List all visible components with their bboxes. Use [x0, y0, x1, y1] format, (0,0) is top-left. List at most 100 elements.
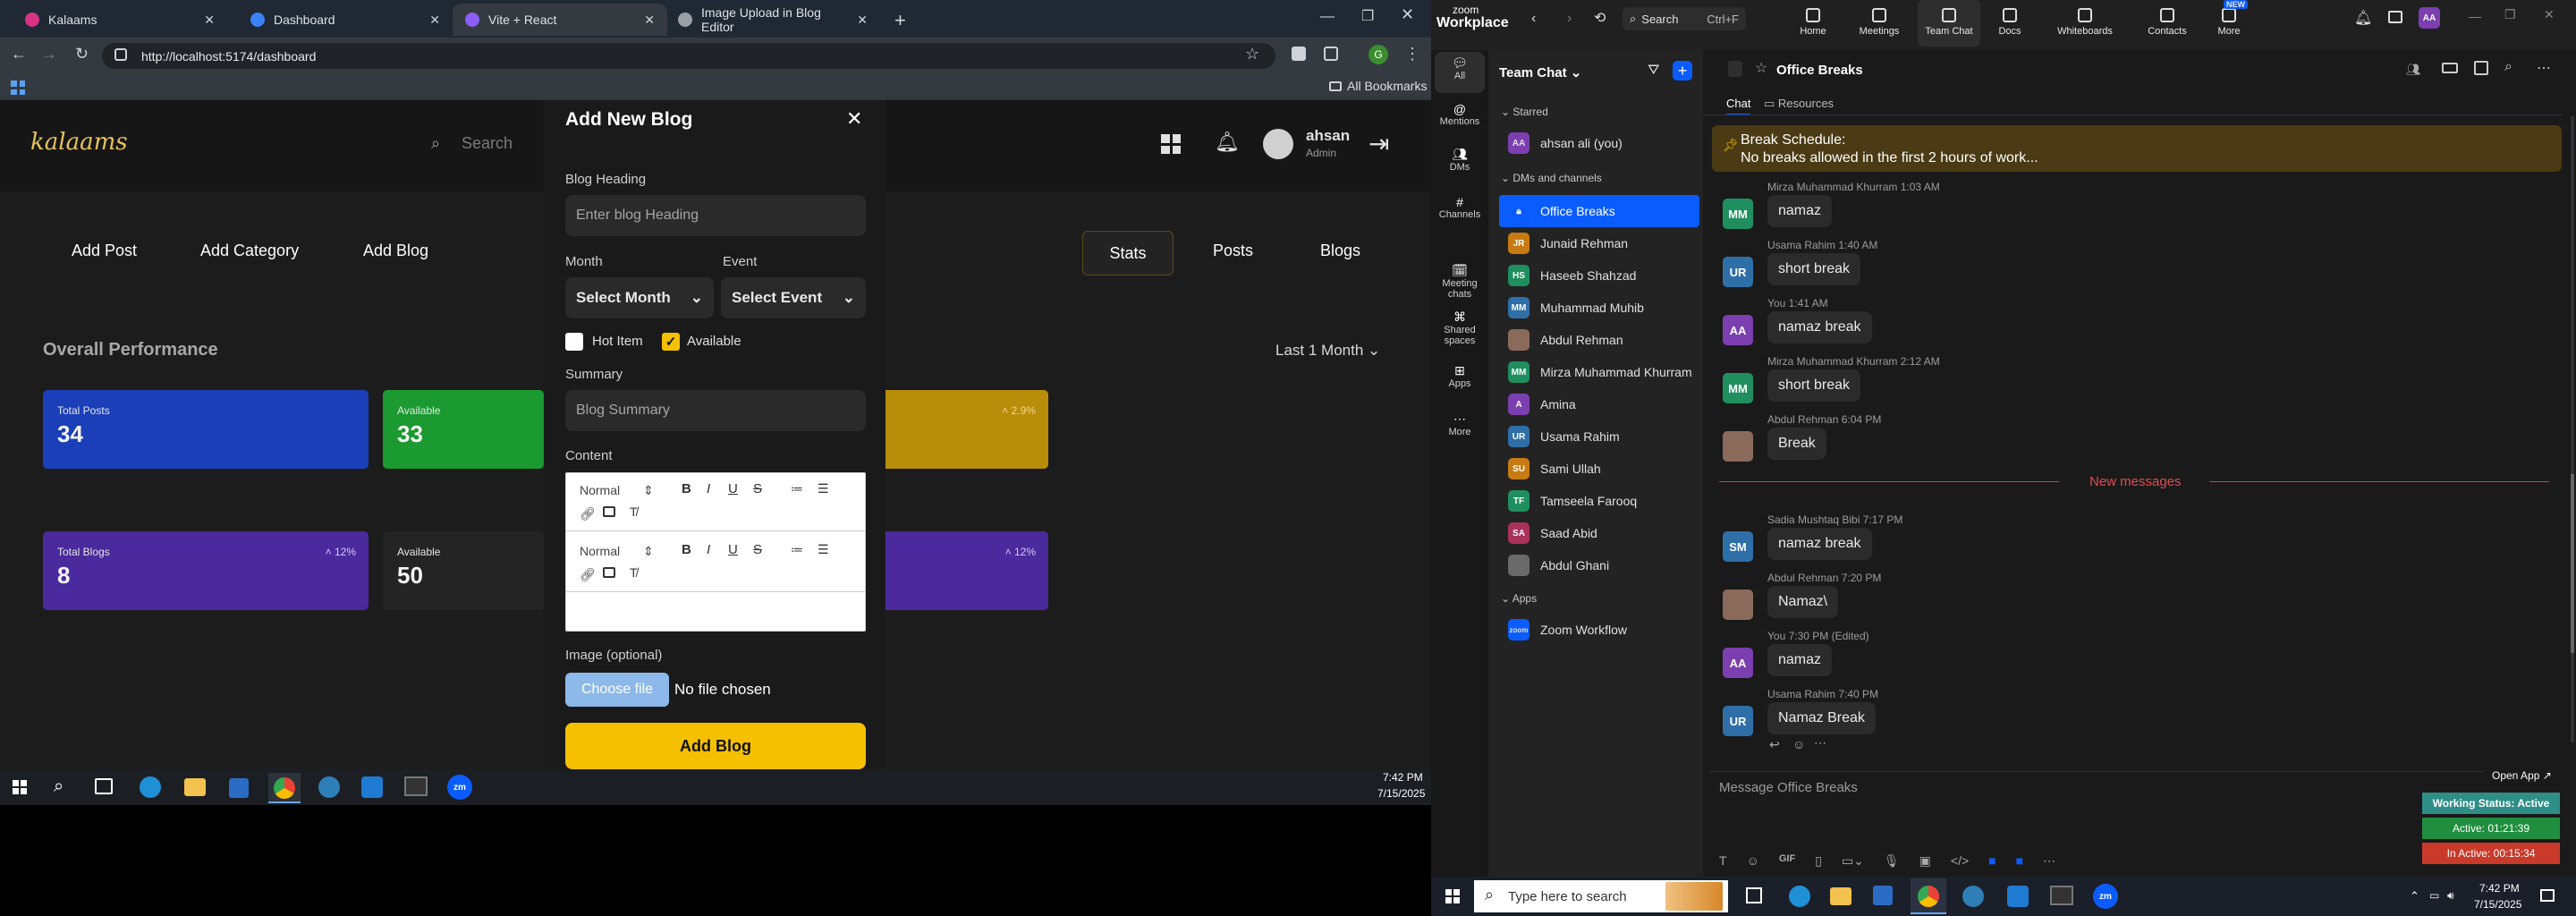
dm-item[interactable]: A Amina — [1499, 388, 1699, 420]
blog-heading-input[interactable]: Enter blog Heading — [565, 195, 866, 236]
stat-card-available-blogs[interactable]: Available 50 — [383, 531, 544, 610]
extension-icon[interactable] — [1292, 47, 1306, 61]
zoom-workflow-item[interactable]: zoom Zoom Workflow — [1499, 614, 1699, 646]
avatar[interactable]: AA — [1723, 315, 1753, 345]
extensions-puzzle-icon[interactable] — [1324, 47, 1338, 61]
search-icon[interactable]: ⌕ — [431, 134, 440, 153]
stat-card-third[interactable]: ˄ 2.9% — [886, 390, 1048, 469]
zoom-back-icon[interactable]: ‹ — [1531, 11, 1536, 27]
bullet-list-icon[interactable]: ☰ — [818, 481, 829, 496]
month-select[interactable]: Select Month ⌄ — [565, 277, 714, 318]
browser-tab[interactable]: Kalaams ✕ — [13, 4, 227, 36]
avatar-photo[interactable] — [1723, 431, 1753, 462]
close-tab-icon[interactable]: ✕ — [857, 13, 868, 28]
avatar[interactable]: SM — [1723, 531, 1753, 562]
available-checkbox[interactable]: ✓ — [662, 333, 680, 351]
logout-icon[interactable]: ⇥ — [1368, 129, 1389, 158]
chat-scrollbar-thumb[interactable] — [2571, 474, 2574, 653]
ordered-list-icon[interactable]: ≔ — [791, 542, 803, 557]
members-icon[interactable]: 👥︎ — [2406, 63, 2421, 77]
network-icon[interactable]: ▭ — [2429, 889, 2439, 902]
dm-item[interactable]: 🔒︎ Office Breaks — [1499, 195, 1699, 227]
dm-item[interactable]: MM Muhammad Muhib — [1499, 292, 1699, 324]
minimize-window-icon[interactable]: — — [1320, 9, 1335, 25]
app-icon[interactable] — [1962, 886, 1984, 907]
zoom-task-icon[interactable]: zm — [447, 775, 472, 800]
nav-add-category[interactable]: Add Category — [200, 242, 299, 260]
grid-menu-icon[interactable] — [1161, 134, 1181, 154]
zoom-nav-home[interactable]: Home — [1782, 0, 1844, 47]
browser-tab[interactable]: Image Upload in Blog Editor ✕ — [665, 4, 880, 36]
vscode-icon[interactable] — [361, 776, 383, 798]
video-call-icon[interactable] — [2442, 63, 2458, 73]
header-select[interactable]: Normal ⇕ — [580, 483, 654, 498]
zoom-maximize-icon[interactable]: ❐ — [2504, 7, 2516, 22]
filter-icon[interactable]: ⛛ — [1648, 63, 1659, 79]
image-icon[interactable] — [603, 506, 615, 517]
gif-icon[interactable]: GIF — [1779, 853, 1795, 869]
zoom-task-icon[interactable]: zm — [2093, 884, 2118, 909]
rail-mentions[interactable]: @ Mentions — [1431, 102, 1488, 127]
zoom-minimize-icon[interactable]: — — [2469, 9, 2481, 23]
dm-item[interactable]: UR Usama Rahim — [1499, 420, 1699, 453]
terminal-icon[interactable] — [2050, 886, 2073, 905]
windows-start-icon[interactable] — [13, 780, 27, 794]
dms-section[interactable]: ⌄ DMs and channels — [1501, 172, 1602, 184]
avatar[interactable]: MM — [1723, 373, 1753, 403]
avatar-photo[interactable] — [1723, 589, 1753, 620]
message-bubble[interactable]: namaz break — [1767, 311, 1872, 344]
user-avatar-icon[interactable] — [1263, 129, 1293, 159]
zoom-user-avatar[interactable]: AA — [2419, 7, 2440, 29]
editor-body[interactable] — [567, 594, 864, 630]
tab-chat[interactable]: Chat — [1726, 97, 1751, 115]
speaker-icon[interactable]: 🔊︎ — [2447, 889, 2454, 903]
more-options-icon[interactable]: ⋯ — [2537, 59, 2551, 77]
team-chat-title[interactable]: Team Chat ⌄ — [1499, 64, 1581, 81]
period-select[interactable]: Last 1 Month ⌄ — [1275, 342, 1380, 360]
apps-grid-icon[interactable] — [11, 81, 25, 95]
message-bubble[interactable]: Namaz\ — [1767, 586, 1839, 618]
close-tab-icon[interactable]: ✕ — [644, 13, 655, 28]
dm-item[interactable]: SA Saad Abid — [1499, 517, 1699, 549]
reload-icon[interactable]: ↻ — [75, 45, 89, 64]
app-b-icon[interactable]: ■ — [2016, 853, 2023, 869]
dm-item[interactable]: Abdul Rehman — [1499, 324, 1699, 356]
nav-add-blog[interactable]: Add Blog — [363, 242, 428, 260]
notifications-bell-icon[interactable]: 🔔︎ — [1215, 131, 1240, 154]
terminal-icon[interactable] — [404, 776, 428, 796]
italic-icon[interactable]: I — [707, 542, 710, 557]
rail-apps[interactable]: ⊞ Apps — [1431, 363, 1488, 389]
stat-card-total-blogs[interactable]: Total Blogs 8 ˄ 12% — [43, 531, 369, 610]
bookmark-star-icon[interactable]: ☆ — [1245, 45, 1259, 64]
store-icon[interactable] — [229, 778, 249, 798]
vscode-icon[interactable] — [2007, 886, 2029, 907]
link-icon[interactable]: 🔗︎ — [580, 567, 596, 582]
store-icon[interactable] — [1873, 886, 1893, 905]
message-bubble[interactable]: namaz — [1767, 644, 1833, 676]
more-icon[interactable]: ⋯ — [2043, 853, 2055, 869]
rail-shared-spaces[interactable]: ⌘ Shared spaces — [1431, 310, 1488, 346]
browser-tab[interactable]: Vite + React ✕ — [453, 4, 667, 36]
app-icon[interactable] — [318, 776, 340, 798]
zoom-close-icon[interactable]: ✕ — [2544, 7, 2555, 22]
close-tab-icon[interactable]: ✕ — [204, 13, 215, 28]
choose-file-button[interactable]: Choose file — [565, 673, 669, 707]
message-bubble[interactable]: Namaz Break — [1767, 702, 1876, 734]
hot-item-checkbox[interactable] — [565, 333, 583, 351]
tab-posts[interactable]: Posts — [1213, 242, 1253, 260]
edge-icon[interactable] — [140, 776, 161, 798]
dm-item[interactable]: Abdul Ghani — [1499, 549, 1699, 581]
site-search-input[interactable]: Search — [462, 134, 513, 153]
message-bubble[interactable]: short break — [1767, 369, 1861, 402]
back-icon[interactable]: ← — [11, 45, 27, 64]
dm-item[interactable]: SU Sami Ullah — [1499, 453, 1699, 485]
app-a-icon[interactable]: ■ — [1988, 853, 1996, 869]
rail-all[interactable]: 💬︎ All — [1431, 55, 1488, 81]
close-window-icon[interactable]: ✕ — [1401, 5, 1414, 24]
history-icon[interactable]: ⟲ — [1594, 9, 1606, 27]
file-explorer-icon[interactable] — [184, 778, 206, 796]
strike-icon[interactable]: S — [753, 481, 762, 496]
zoom-nav-more[interactable]: More NEW — [2202, 0, 2256, 47]
avatar[interactable]: AA — [1723, 648, 1753, 678]
pinned-banner[interactable]: 📌︎ Break Schedule: No breaks allowed in … — [1712, 125, 2562, 172]
